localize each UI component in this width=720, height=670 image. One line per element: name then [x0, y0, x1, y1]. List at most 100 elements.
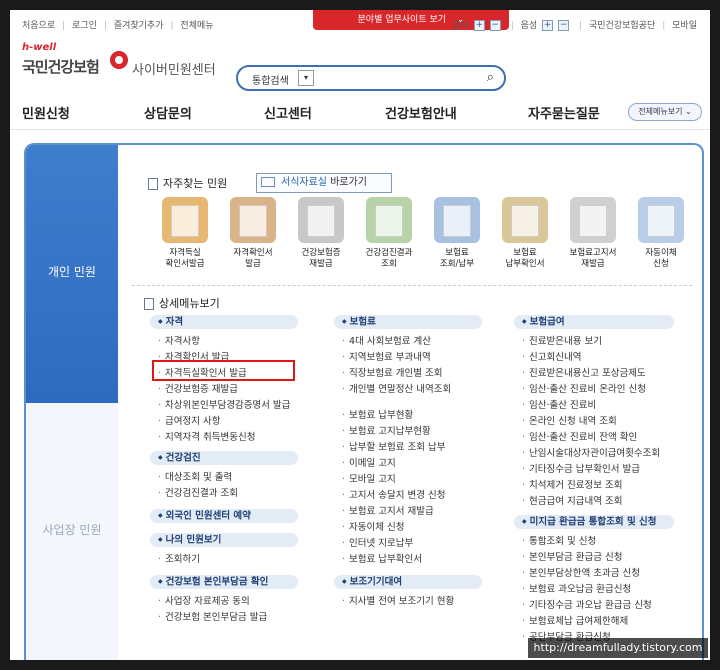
list-item[interactable]: 조회하기	[158, 551, 200, 565]
cat-foreigner[interactable]: 외국인 민원센터 예약	[150, 509, 298, 523]
home-link[interactable]: 처음으로	[22, 21, 55, 31]
nav-faq[interactable]: 자주묻는질문	[528, 103, 600, 122]
list-item[interactable]: 임산·출산 진료비 온라인 신청	[522, 381, 646, 395]
list-item[interactable]: 4대 사회보험료 계산	[342, 333, 431, 347]
quick-qualification-cert[interactable]: 자격확인서 발급	[222, 197, 284, 270]
list-item[interactable]: 건강보험증 재발급	[158, 381, 238, 395]
list-item[interactable]: 기타징수금 납부확인서 발급	[522, 461, 640, 475]
list-item[interactable]: 기타징수금 과오납 환급금 신청	[522, 597, 652, 611]
list-item[interactable]: 인터넷 지로납부	[342, 535, 413, 549]
list-item[interactable]: 보험료체납 급여제한해제	[522, 613, 628, 627]
list-item[interactable]: 현금급여 지급내역 조회	[522, 493, 622, 507]
list-item[interactable]: 진료받은내용 보기	[522, 333, 602, 347]
quick-bill-reissue[interactable]: 보험료고지서 재발급	[562, 197, 624, 270]
list-item[interactable]: 개인별 연말정산 내역조회	[342, 381, 451, 395]
quick-label-6b: 납부확인서	[505, 259, 545, 269]
cat-my-civil[interactable]: 나의 민원보기	[150, 533, 298, 547]
list-item[interactable]: 보험료 고지서 재발급	[342, 503, 434, 517]
nav-insurance-guide[interactable]: 건강보험안내	[385, 103, 457, 122]
list-item[interactable]: 임산·출산 진료비	[522, 397, 596, 411]
list-item[interactable]: 보험료 과오납금 환급신청	[522, 581, 631, 595]
all-menu-label: 전체메뉴보기	[638, 107, 683, 116]
list-item[interactable]: 지역자격 취득변동신청	[158, 429, 255, 443]
all-menu-button[interactable]: 전체메뉴보기 ⌄	[628, 103, 702, 121]
cat-assistive[interactable]: 보조기기대여	[334, 575, 482, 589]
list-item[interactable]: 대상조회 및 출력	[158, 469, 232, 483]
top-links: 처음으로 | 로그인 | 즐겨찾기추가 | 전체메뉴	[22, 21, 214, 31]
cat-refund[interactable]: 미지급 환급금 통합조회 및 신청	[514, 515, 674, 529]
font-increase-icon[interactable]: +	[473, 20, 485, 31]
list-item[interactable]: 통합조회 및 신청	[522, 533, 596, 547]
nav-report-center[interactable]: 신고센터	[264, 103, 312, 122]
search-scope-dropdown[interactable]: ▾	[298, 70, 314, 86]
list-item[interactable]: 보험료 고지납부현황	[342, 423, 431, 437]
frequent-title: 자주찾는 민원	[148, 175, 227, 191]
list-item[interactable]: 차상위본인부담경감증명서 발급	[158, 397, 290, 411]
list-item[interactable]: 진료받은내용신고 포상금제도	[522, 365, 646, 379]
logo-subtitle: 사이버민원센터	[132, 63, 216, 78]
list-item[interactable]: 본인부담금 환급금 신청	[522, 549, 622, 563]
list-item[interactable]: 임산·출산 진료비 잔액 확인	[522, 429, 637, 443]
nav-consultation[interactable]: 상담문의	[144, 103, 192, 122]
cat-qualification[interactable]: 자격	[150, 315, 298, 329]
panel-content: 자주찾는 민원 서식자료실 바로가기 자격득실 확인서발급 자격확인서 발급 건강보…	[118, 145, 702, 660]
list-item[interactable]: 보험료 납부확인서	[342, 551, 422, 565]
top-right-tools: 글자 + − | 음성 + − | 국민건강보험공단 | 모바일	[452, 20, 697, 31]
list-item[interactable]: 지사별 전여 보조기기 현황	[342, 593, 454, 607]
volume-up-icon[interactable]: +	[542, 20, 554, 31]
quick-payment-confirm[interactable]: 보험료 납부확인서	[494, 197, 556, 270]
quick-premium-payment[interactable]: 보험료 조회/납부	[426, 197, 488, 270]
nav-civil-request[interactable]: 민원신청	[22, 103, 70, 122]
highlight-box	[152, 360, 295, 381]
list-item[interactable]: 납부할 보험료 조회 납부	[342, 439, 445, 453]
tab-business[interactable]: 사업장 민원	[26, 403, 118, 660]
list-item[interactable]: 신고회신내역	[522, 349, 581, 363]
quick-checkup-result[interactable]: 건강검진결과 조회	[358, 197, 420, 270]
quick-qualification-history[interactable]: 자격득실 확인서발급	[154, 197, 216, 270]
tab-personal[interactable]: 개인 민원	[26, 145, 118, 403]
logo-brand: 국민건강보험	[22, 58, 100, 76]
quick-label-4b: 조회	[381, 259, 397, 269]
quick-label-2b: 발급	[245, 259, 261, 269]
font-size-label: 글자	[452, 21, 469, 31]
list-item[interactable]: 건강보험 본인부담금 발급	[158, 609, 267, 623]
list-item[interactable]: 자격사항	[158, 333, 200, 347]
bookmark-link[interactable]: 즐겨찾기추가	[114, 21, 164, 31]
list-item[interactable]: 이메일 고지	[342, 455, 396, 469]
list-item[interactable]: 고지서 송달지 변경 신청	[342, 487, 445, 501]
list-item[interactable]: 난임시술대상자관이급여횟수조회	[522, 445, 660, 459]
list-item[interactable]: 보험료 납부현황	[342, 407, 413, 421]
list-item[interactable]: 급여정지 사항	[158, 413, 220, 427]
cat-premium[interactable]: 보험료	[334, 315, 482, 329]
list-item[interactable]: 건강검진결과 조회	[158, 485, 238, 499]
cat-checkup[interactable]: 건강검진	[150, 451, 298, 465]
site-logo[interactable]: h-well 국민건강보험 사이버민원센터	[22, 42, 232, 92]
login-link[interactable]: 로그인	[72, 21, 97, 31]
cat-benefits[interactable]: 보험급여	[514, 315, 674, 329]
mobile-link[interactable]: 모바일	[672, 21, 697, 31]
list-item[interactable]: 사업장 자료제공 동의	[158, 593, 250, 607]
search-bar: 통합검색 ▾ ⌕	[236, 65, 506, 91]
list-item[interactable]: 자동이체 신청	[342, 519, 404, 533]
list-item[interactable]: 온라인 신청 내역 조회	[522, 413, 617, 427]
civil-service-panel: 개인 민원 사업장 민원 자주찾는 민원 서식자료실 바로가기 자격득실 확인서발…	[24, 143, 704, 660]
list-item[interactable]: 모바일 고지	[342, 471, 396, 485]
font-decrease-icon[interactable]: −	[489, 20, 501, 31]
nhis-link[interactable]: 국민건강보험공단	[589, 21, 655, 31]
all-menu-link[interactable]: 전체메뉴	[180, 21, 213, 31]
quick-auto-transfer[interactable]: 자동이체 신청	[630, 197, 692, 270]
list-item[interactable]: 지역보험료 부과내역	[342, 349, 431, 363]
volume-down-icon[interactable]: −	[558, 20, 570, 31]
forms-library-button[interactable]: 서식자료실 바로가기	[256, 173, 392, 193]
quick-insurance-card[interactable]: 건강보험증 재발급	[290, 197, 352, 270]
list-item[interactable]: 치석제거 진료정보 조회	[522, 477, 622, 491]
quick-label-7b: 재발급	[581, 259, 605, 269]
refresh-icon	[638, 197, 684, 243]
search-scope-label: 통합검색	[252, 76, 289, 87]
bill-icon	[570, 197, 616, 243]
quick-label-8b: 신청	[653, 259, 669, 269]
list-item[interactable]: 본인부담상한액 초과금 신청	[522, 565, 640, 579]
cat-copayment[interactable]: 건강보험 본인부담금 확인	[150, 575, 298, 589]
list-item[interactable]: 직장보험료 개인별 조회	[342, 365, 442, 379]
search-icon[interactable]: ⌕	[487, 70, 494, 85]
